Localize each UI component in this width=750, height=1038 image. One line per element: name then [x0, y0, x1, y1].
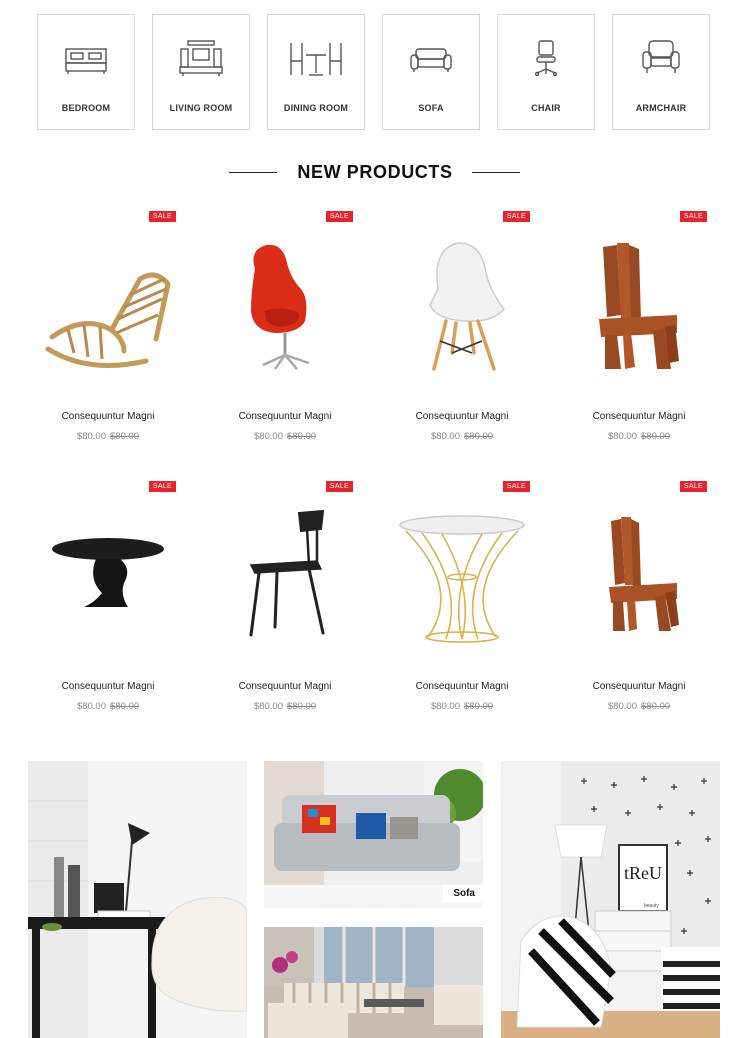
old-price: $80.00	[464, 701, 494, 712]
category-armchair[interactable]: ARMCHAIR	[612, 14, 710, 130]
price: $80.00	[607, 431, 637, 442]
product-image-egg-chair[interactable]	[205, 229, 365, 399]
sale-badge: SALE	[325, 211, 353, 222]
sale-badge: SALE	[502, 481, 530, 492]
old-price: $80.00	[641, 431, 671, 442]
product-name[interactable]: Consequuntur Magni	[28, 411, 188, 422]
category-label: CHAIR	[531, 103, 561, 113]
old-price: $80.00	[641, 701, 671, 712]
category-bar: BEDROOM LIVING ROOM DINING ROOM SOFA CHA…	[37, 14, 711, 130]
section-title: NEW PRODUCTS	[297, 162, 453, 182]
category-label: DINING ROOM	[283, 103, 349, 113]
product-name[interactable]: Consequuntur Magni	[28, 681, 188, 692]
tv-stand-icon	[153, 39, 249, 79]
banner-label: Sofa	[443, 885, 483, 902]
price: $80.00	[253, 701, 283, 712]
category-chair[interactable]: CHAIR	[497, 14, 595, 130]
product-image-sculpture-chair[interactable]	[559, 229, 719, 399]
category-label: LIVING ROOM	[169, 103, 233, 113]
price: $80.00	[607, 701, 637, 712]
product-card[interactable]: SALE Consequuntur Magni $80.00 $80.00	[559, 481, 719, 721]
price: $80.00	[430, 431, 460, 442]
sofa-icon	[383, 39, 479, 79]
product-prices: $80.00 $80.00	[28, 431, 188, 442]
category-label: ARMCHAIR	[635, 103, 687, 113]
product-prices: $80.00 $80.00	[205, 431, 365, 442]
product-name[interactable]: Consequuntur Magni	[205, 681, 365, 692]
office-chair-icon	[498, 39, 594, 79]
category-label: SOFA	[418, 103, 444, 113]
category-label: BEDROOM	[61, 103, 111, 113]
section-heading: NEW PRODUCTS	[0, 160, 750, 186]
armchair-icon	[613, 39, 709, 79]
banner-sofa[interactable]: Sofa	[264, 761, 483, 908]
product-image-oval-table[interactable]	[28, 499, 188, 669]
banner-bedroom[interactable]: tReU beauty	[501, 761, 720, 1038]
product-card[interactable]: SALE Consequuntur Magni $80.00 $80.00	[559, 211, 719, 451]
category-dining-room[interactable]: DINING ROOM	[267, 14, 365, 130]
sale-badge: SALE	[148, 211, 176, 222]
bed-icon	[38, 39, 134, 79]
sale-badge: SALE	[325, 481, 353, 492]
sale-badge: SALE	[148, 481, 176, 492]
product-card[interactable]: SALE Consequuntur Magni $80.00 $80.00	[28, 211, 188, 451]
sale-badge: SALE	[679, 481, 707, 492]
old-price: $80.00	[287, 701, 317, 712]
product-image-rocking-chair[interactable]	[28, 229, 188, 399]
product-name[interactable]: Consequuntur Magni	[559, 681, 719, 692]
title-divider-right	[472, 172, 520, 173]
banner-workspace[interactable]	[28, 761, 247, 1038]
product-name[interactable]: Consequuntur Magni	[382, 681, 542, 692]
product-name[interactable]: Consequuntur Magni	[382, 411, 542, 422]
product-card[interactable]: SALE Consequuntur Magni $80.00 $80.00	[28, 481, 188, 721]
old-price: $80.00	[287, 431, 317, 442]
product-name[interactable]: Consequuntur Magni	[559, 411, 719, 422]
sale-badge: SALE	[502, 211, 530, 222]
price: $80.00	[253, 431, 283, 442]
product-prices: $80.00 $80.00	[382, 701, 542, 712]
category-living-room[interactable]: LIVING ROOM	[152, 14, 250, 130]
category-bedroom[interactable]: BEDROOM	[37, 14, 135, 130]
price: $80.00	[76, 701, 106, 712]
old-price: $80.00	[110, 431, 140, 442]
dining-table-icon	[268, 39, 364, 79]
product-prices: $80.00 $80.00	[382, 431, 542, 442]
product-prices: $80.00 $80.00	[28, 701, 188, 712]
poster-text: tReU	[624, 863, 662, 883]
old-price: $80.00	[464, 431, 494, 442]
sale-badge: SALE	[679, 211, 707, 222]
category-sofa[interactable]: SOFA	[382, 14, 480, 130]
product-image-eames-chair[interactable]	[382, 229, 542, 399]
product-card[interactable]: SALE Consequuntur Magni $80.00 $80.00	[205, 481, 365, 721]
product-image-spindle-chair[interactable]	[205, 499, 365, 669]
price: $80.00	[76, 431, 106, 442]
product-card[interactable]: SALE Consequuntur Magni $80.00 $80.00	[382, 211, 542, 451]
product-image-sculpture-chair[interactable]	[559, 499, 719, 669]
product-card[interactable]: SALE Consequuntur Magni $80.00 $80.00	[205, 211, 365, 451]
product-name[interactable]: Consequuntur Magni	[205, 411, 365, 422]
old-price: $80.00	[110, 701, 140, 712]
product-prices: $80.00 $80.00	[559, 431, 719, 442]
product-card[interactable]: SALE Consequuntur Magni $80.00 $80.00	[382, 481, 542, 721]
product-prices: $80.00 $80.00	[205, 701, 365, 712]
banner-living-room[interactable]	[264, 927, 483, 1038]
product-image-wire-table[interactable]	[382, 499, 542, 669]
product-prices: $80.00 $80.00	[559, 701, 719, 712]
poster-caption: beauty	[644, 903, 660, 909]
price: $80.00	[430, 701, 460, 712]
